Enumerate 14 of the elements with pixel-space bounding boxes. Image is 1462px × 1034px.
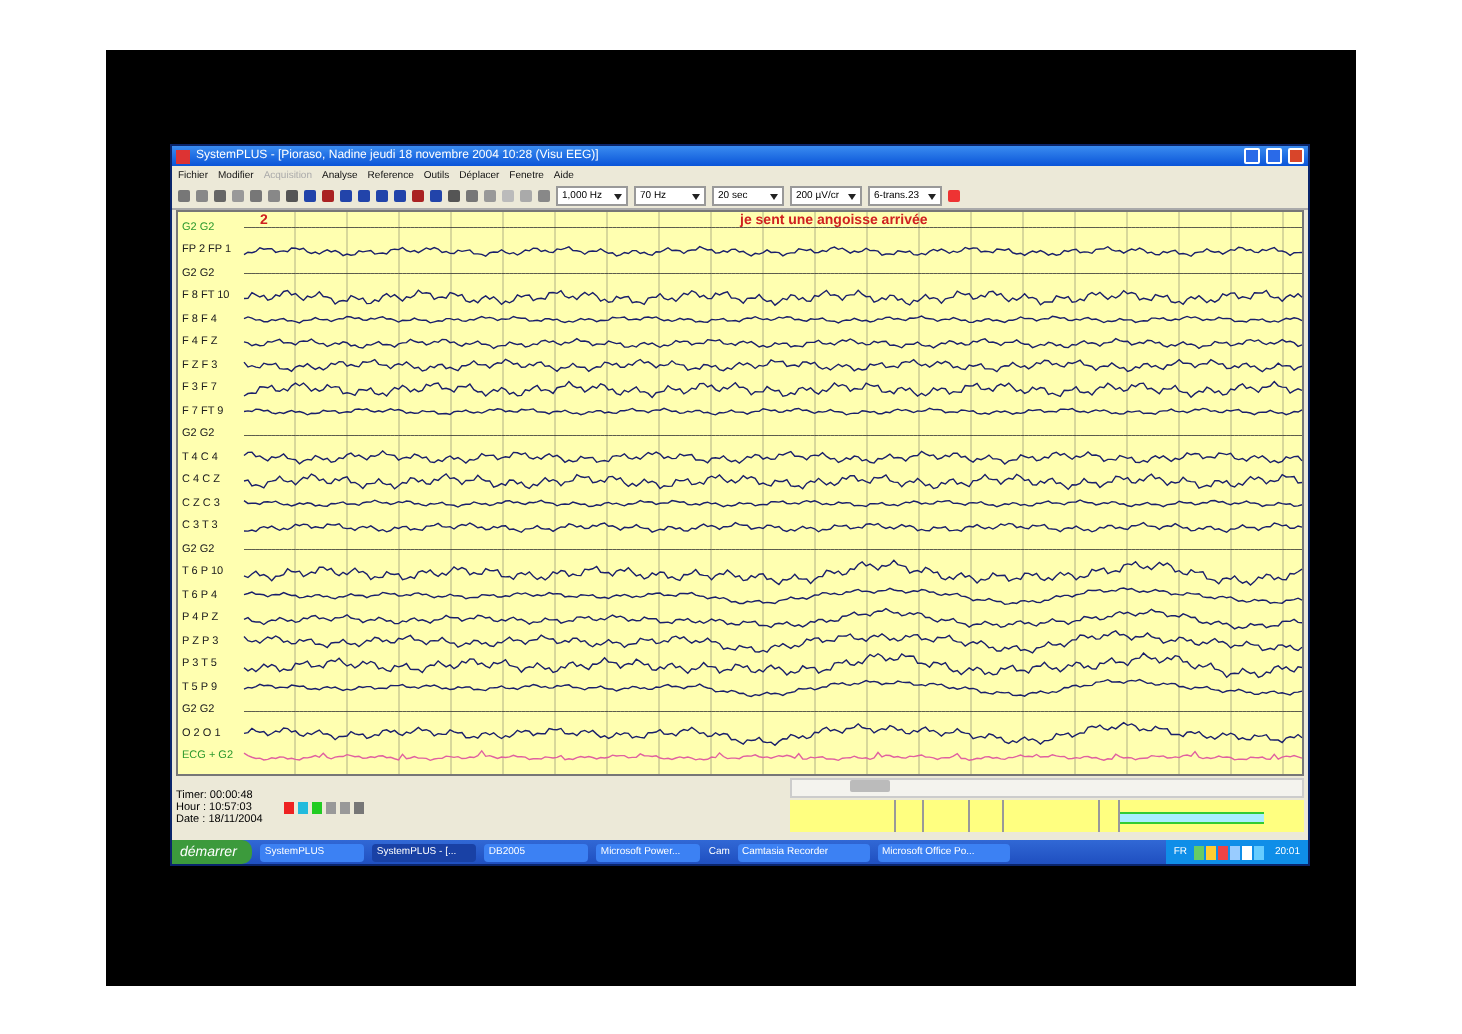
caret-icon: [692, 193, 700, 199]
scrollbar[interactable]: [790, 778, 1304, 798]
caret-icon: [614, 193, 622, 199]
caret-icon: [848, 193, 856, 199]
caret-icon: [927, 193, 936, 199]
scroll-thumb[interactable]: [850, 780, 890, 792]
close-button[interactable]: [1288, 148, 1304, 164]
caret-icon: [770, 193, 778, 199]
minimize-button[interactable]: [1244, 148, 1260, 164]
timeline-segment: [1120, 812, 1264, 824]
maximize-button[interactable]: [1266, 148, 1282, 164]
tray-icons[interactable]: [1194, 845, 1267, 859]
app-icon: [176, 149, 190, 163]
timeline-strip[interactable]: [790, 800, 1304, 832]
